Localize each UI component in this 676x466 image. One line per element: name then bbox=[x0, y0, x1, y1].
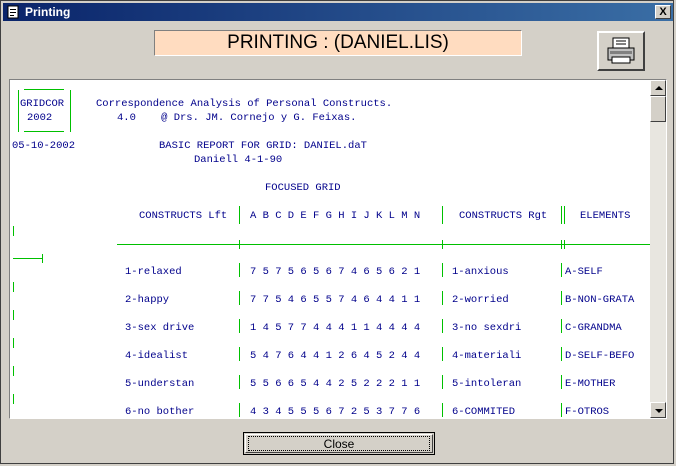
row-separator bbox=[442, 375, 443, 389]
report-viewer[interactable]: GRIDCOR 2002 Correspondence Analysis of … bbox=[9, 79, 667, 419]
vertical-scrollbar[interactable] bbox=[650, 80, 666, 418]
row-separator bbox=[442, 403, 443, 417]
rule-tick bbox=[442, 240, 443, 249]
logo-line2: 2002 bbox=[27, 112, 53, 124]
scroll-up-button[interactable] bbox=[650, 80, 666, 96]
construct-left: 4-idealist bbox=[125, 350, 189, 362]
row-separator bbox=[239, 403, 240, 417]
element: F-OTROS bbox=[565, 406, 610, 418]
construct-right: 4-materiali bbox=[452, 350, 522, 362]
construct-right: 5-intoleran bbox=[452, 378, 522, 390]
printing-dialog: Printing X PRINTING : (DANIEL.LIS) GRIDC… bbox=[0, 0, 674, 464]
row-separator bbox=[239, 375, 240, 389]
logo-line1: GRIDCOR bbox=[20, 98, 65, 110]
margin-mark bbox=[42, 254, 43, 263]
report-subtitle-2: Daniell 4-1-90 bbox=[194, 154, 283, 166]
print-button[interactable] bbox=[597, 31, 645, 71]
rule-tick bbox=[564, 240, 565, 249]
focused-grid-title: FOCUSED GRID bbox=[265, 182, 341, 194]
element: D-SELF-BEFO bbox=[565, 350, 635, 362]
row-separator bbox=[561, 319, 562, 333]
close-button-label: Close bbox=[323, 437, 355, 451]
margin-mark bbox=[13, 338, 14, 348]
row-separator bbox=[239, 347, 240, 361]
rule-tick bbox=[239, 240, 240, 249]
element: A-SELF bbox=[565, 266, 603, 278]
logo-border bbox=[18, 90, 19, 132]
ratings: 1 4 5 7 7 4 4 4 1 1 4 4 4 4 bbox=[250, 322, 421, 334]
row-separator bbox=[442, 319, 443, 333]
row-separator bbox=[561, 291, 562, 305]
ratings: 4 3 4 5 5 5 6 7 2 5 3 7 7 6 bbox=[250, 406, 421, 418]
margin-mark bbox=[13, 394, 14, 404]
element: B-NON-GRATA bbox=[565, 294, 635, 306]
logo-border bbox=[70, 90, 71, 132]
header-constructs-left: CONSTRUCTS Lft bbox=[139, 210, 228, 222]
ratings: 7 7 5 4 6 5 5 7 4 6 4 4 1 1 bbox=[250, 294, 421, 306]
column-separator bbox=[564, 206, 565, 224]
report-header-1: Correspondence Analysis of Personal Cons… bbox=[96, 98, 393, 110]
ratings: 7 5 7 5 6 5 6 7 4 6 5 6 2 1 bbox=[250, 266, 421, 278]
window-close-button[interactable]: X bbox=[655, 5, 671, 19]
margin-mark bbox=[13, 258, 43, 259]
logo-border bbox=[24, 89, 64, 90]
row-separator bbox=[561, 263, 562, 277]
construct-left: 1-relaxed bbox=[125, 266, 182, 278]
row-separator bbox=[442, 291, 443, 305]
scroll-down-button[interactable] bbox=[650, 402, 666, 418]
construct-right: 1-anxious bbox=[452, 266, 509, 278]
construct-left: 2-happy bbox=[125, 294, 170, 306]
row-separator bbox=[561, 375, 562, 389]
ratings: 5 4 7 6 4 4 1 2 6 4 5 2 4 4 bbox=[250, 350, 421, 362]
row-separator bbox=[561, 347, 562, 361]
printer-icon bbox=[607, 37, 635, 64]
report-date: 05-10-2002 bbox=[12, 140, 76, 152]
row-separator bbox=[239, 291, 240, 305]
header-elements: ELEMENTS bbox=[580, 210, 631, 222]
margin-mark bbox=[13, 282, 14, 292]
logo-border bbox=[24, 131, 64, 132]
app-printer-icon bbox=[7, 5, 19, 19]
margin-mark bbox=[13, 226, 14, 236]
margin-mark bbox=[13, 366, 14, 376]
row-separator bbox=[239, 319, 240, 333]
report-content: GRIDCOR 2002 Correspondence Analysis of … bbox=[10, 80, 650, 418]
row-separator bbox=[442, 263, 443, 277]
rule-tick bbox=[561, 240, 562, 249]
row-separator bbox=[442, 347, 443, 361]
close-icon: X bbox=[659, 6, 667, 18]
element: E-MOTHER bbox=[565, 378, 616, 390]
report-header-2: 4.0 @ Drs. JM. Cornejo y G. Feixas. bbox=[117, 112, 357, 124]
arrow-down-icon bbox=[655, 409, 663, 413]
scroll-thumb[interactable] bbox=[650, 96, 666, 122]
header-constructs-right: CONSTRUCTS Rgt bbox=[459, 210, 548, 222]
window-title: Printing bbox=[25, 5, 71, 19]
construct-right: 6-COMMITED bbox=[452, 406, 516, 418]
report-subtitle: BASIC REPORT FOR GRID: DANIEL.daT bbox=[159, 140, 367, 152]
header-element-letters: A B C D E F G H I J K L M N bbox=[250, 210, 421, 222]
construct-right: 3-no sexdri bbox=[452, 322, 522, 334]
close-button[interactable]: Close bbox=[243, 432, 435, 455]
margin-mark bbox=[13, 310, 14, 320]
column-separator bbox=[442, 206, 443, 224]
arrow-up-icon bbox=[655, 86, 663, 90]
printing-status-banner: PRINTING : (DANIEL.LIS) bbox=[154, 30, 522, 56]
construct-right: 2-worried bbox=[452, 294, 509, 306]
row-separator bbox=[239, 263, 240, 277]
element: C-GRANDMA bbox=[565, 322, 622, 334]
construct-left: 3-sex drive bbox=[125, 322, 195, 334]
title-bar: Printing X bbox=[3, 3, 673, 21]
column-separator bbox=[239, 206, 240, 224]
construct-left: 6-no bother bbox=[125, 406, 195, 418]
ratings: 5 5 6 6 5 4 4 2 5 2 2 2 1 1 bbox=[250, 378, 421, 390]
construct-left: 5-understan bbox=[125, 378, 195, 390]
header-rule bbox=[117, 244, 650, 245]
row-separator bbox=[561, 403, 562, 417]
column-separator bbox=[561, 206, 562, 224]
